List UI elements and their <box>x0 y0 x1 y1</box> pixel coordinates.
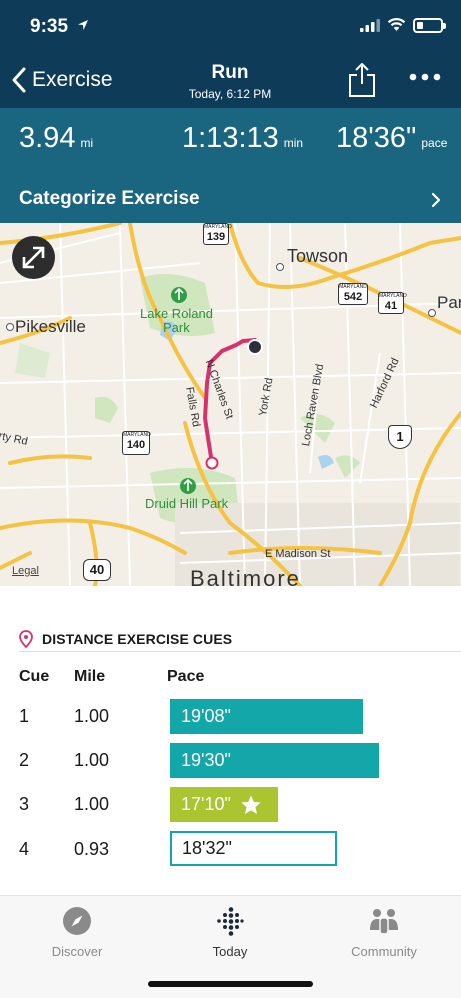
wifi-icon <box>387 18 406 31</box>
shield-state-text: MARYLAND <box>204 224 232 230</box>
location-pin-icon <box>19 630 33 648</box>
distance-unit: mi <box>80 136 94 150</box>
cue-number: 1 <box>19 706 30 726</box>
fitbit-dots-icon <box>217 907 244 936</box>
cellular-signal-icon <box>360 19 380 32</box>
cue-pace-bar: 19'30" <box>170 743 379 778</box>
cue-mile: 1.00 <box>74 706 110 726</box>
tab-label: Discover <box>51 944 103 959</box>
map-label-par: Par <box>437 293 461 312</box>
star-icon <box>241 794 261 814</box>
cue-pace: 19'30" <box>181 750 231 770</box>
tab-label: Community <box>351 944 417 959</box>
more-options-icon[interactable] <box>408 70 442 84</box>
tab-today[interactable]: Today <box>153 906 307 959</box>
route-shield-md139: MARYLAND 139 <box>203 223 232 245</box>
pace-stat: 18'36" pace <box>336 122 447 155</box>
cue-pace: 18'32" <box>182 838 232 858</box>
cue-mile: 0.93 <box>74 839 110 859</box>
shield-number: 41 <box>384 300 398 312</box>
home-indicator <box>148 981 313 987</box>
tab-discover[interactable]: Discover <box>0 906 154 959</box>
exercise-summary: 3.94 mi 1:13:13 min 18'36" pace Categori… <box>0 108 461 223</box>
map-label-lake-roland: Lake Roland <box>140 306 213 321</box>
chevron-left-icon <box>12 67 26 93</box>
header-bar: 9:35 Exercise Run Today, 6:12 PM <box>0 0 461 108</box>
community-icon <box>370 909 398 935</box>
back-label: Exercise <box>32 68 113 91</box>
shield-number: 542 <box>343 291 363 303</box>
cue-pace-bar: 19'08" <box>170 699 363 734</box>
route-end-marker <box>247 339 263 355</box>
column-header-mile: Mile <box>74 668 106 685</box>
pace-value: 18'36" <box>336 122 417 154</box>
duration-stat: 1:13:13 min <box>182 122 303 155</box>
cue-number: 3 <box>19 794 30 814</box>
cues-header: DISTANCE EXERCISE CUES <box>19 630 232 648</box>
shield-state-text: MARYLAND <box>339 284 367 290</box>
expand-map-button[interactable] <box>12 236 55 279</box>
title-text: Run <box>211 62 249 83</box>
location-arrow-icon <box>78 20 88 30</box>
cue-pace-bar-best: 17'10" <box>170 787 278 822</box>
cue-pace: 19'08" <box>181 706 231 726</box>
route-shield-md41: MARYLAND 41 <box>378 292 407 314</box>
duration-value: 1:13:13 <box>182 122 279 154</box>
route-shield-md140: MARYLAND 140 <box>122 431 151 455</box>
map-label-towson: Towson <box>287 246 349 266</box>
route-start-marker <box>205 456 219 470</box>
status-bar: 9:35 <box>0 0 461 52</box>
tab-label: Today <box>212 944 248 959</box>
map-label-pikesville: Pikesville <box>15 317 86 336</box>
cues-title: DISTANCE EXERCISE CUES <box>42 631 233 647</box>
tab-community[interactable]: Community <box>307 906 461 959</box>
battery-icon <box>413 18 446 33</box>
route-shield-md542: MARYLAND 542 <box>338 283 368 305</box>
shield-number: 140 <box>126 439 146 451</box>
status-time: 9:35 <box>30 16 69 37</box>
cue-number: 4 <box>19 839 30 859</box>
column-header-cue: Cue <box>19 668 50 685</box>
cue-mile: 1.00 <box>74 750 110 770</box>
share-icon[interactable] <box>347 62 377 98</box>
chevron-right-icon <box>431 192 441 208</box>
categorize-label: Categorize Exercise <box>19 187 200 209</box>
cues-divider <box>19 651 461 652</box>
map-label-druid-hill: Druid Hill Park <box>145 496 229 511</box>
categorize-exercise-button[interactable]: Categorize Exercise <box>0 176 461 221</box>
compass-icon <box>63 907 91 935</box>
map-label-lake-roland-park: Park <box>163 320 190 335</box>
duration-unit: min <box>283 136 304 150</box>
cue-pace: 17'10" <box>181 794 231 814</box>
subtitle-text: Today, 6:12 PM <box>188 87 272 101</box>
route-shield-us1: 1 <box>388 425 412 449</box>
cue-pace-bar: 18'32" <box>170 831 337 866</box>
distance-stat: 3.94 mi <box>19 122 93 155</box>
page-title: Run Today, 6:12 PM <box>130 62 330 101</box>
shield-number: 139 <box>206 231 226 243</box>
shield-state-text: MARYLAND <box>379 293 407 299</box>
street-label-e-madison: E Madison St <box>265 548 331 560</box>
back-button[interactable]: Exercise <box>10 66 113 94</box>
expand-arrows-icon <box>22 246 45 269</box>
cue-mile: 1.00 <box>74 794 110 814</box>
pace-unit: pace <box>421 136 448 150</box>
route-shield-i40: 40 <box>83 559 111 581</box>
map-legal-link[interactable]: Legal <box>12 565 39 577</box>
map-label-baltimore: Baltimore <box>190 566 301 586</box>
column-header-pace: Pace <box>167 668 205 685</box>
distance-value: 3.94 <box>19 122 76 154</box>
cue-number: 2 <box>19 750 30 770</box>
shield-state-text: MARYLAND <box>123 432 151 438</box>
route-map[interactable]: MARYLAND 139 MARYLAND 542 MARYLAND 41 MA… <box>0 223 461 586</box>
